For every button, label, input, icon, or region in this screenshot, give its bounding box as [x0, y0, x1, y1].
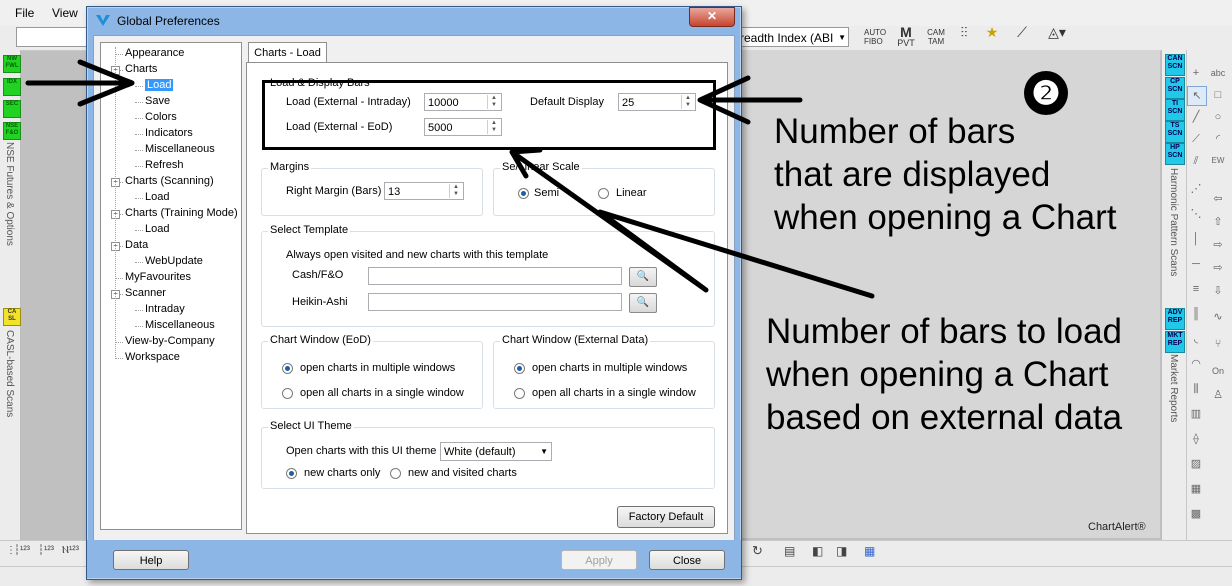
chartalert-watermark: ChartAlert® [1088, 521, 1146, 533]
arrow-to-load-icon [25, 59, 135, 107]
annotation-text-load: Number of bars to load when opening a Ch… [766, 312, 1123, 437]
annotation-text-display: Number of bars that are displayed when o… [774, 112, 1117, 237]
step-badge: ❷ [1024, 71, 1068, 115]
